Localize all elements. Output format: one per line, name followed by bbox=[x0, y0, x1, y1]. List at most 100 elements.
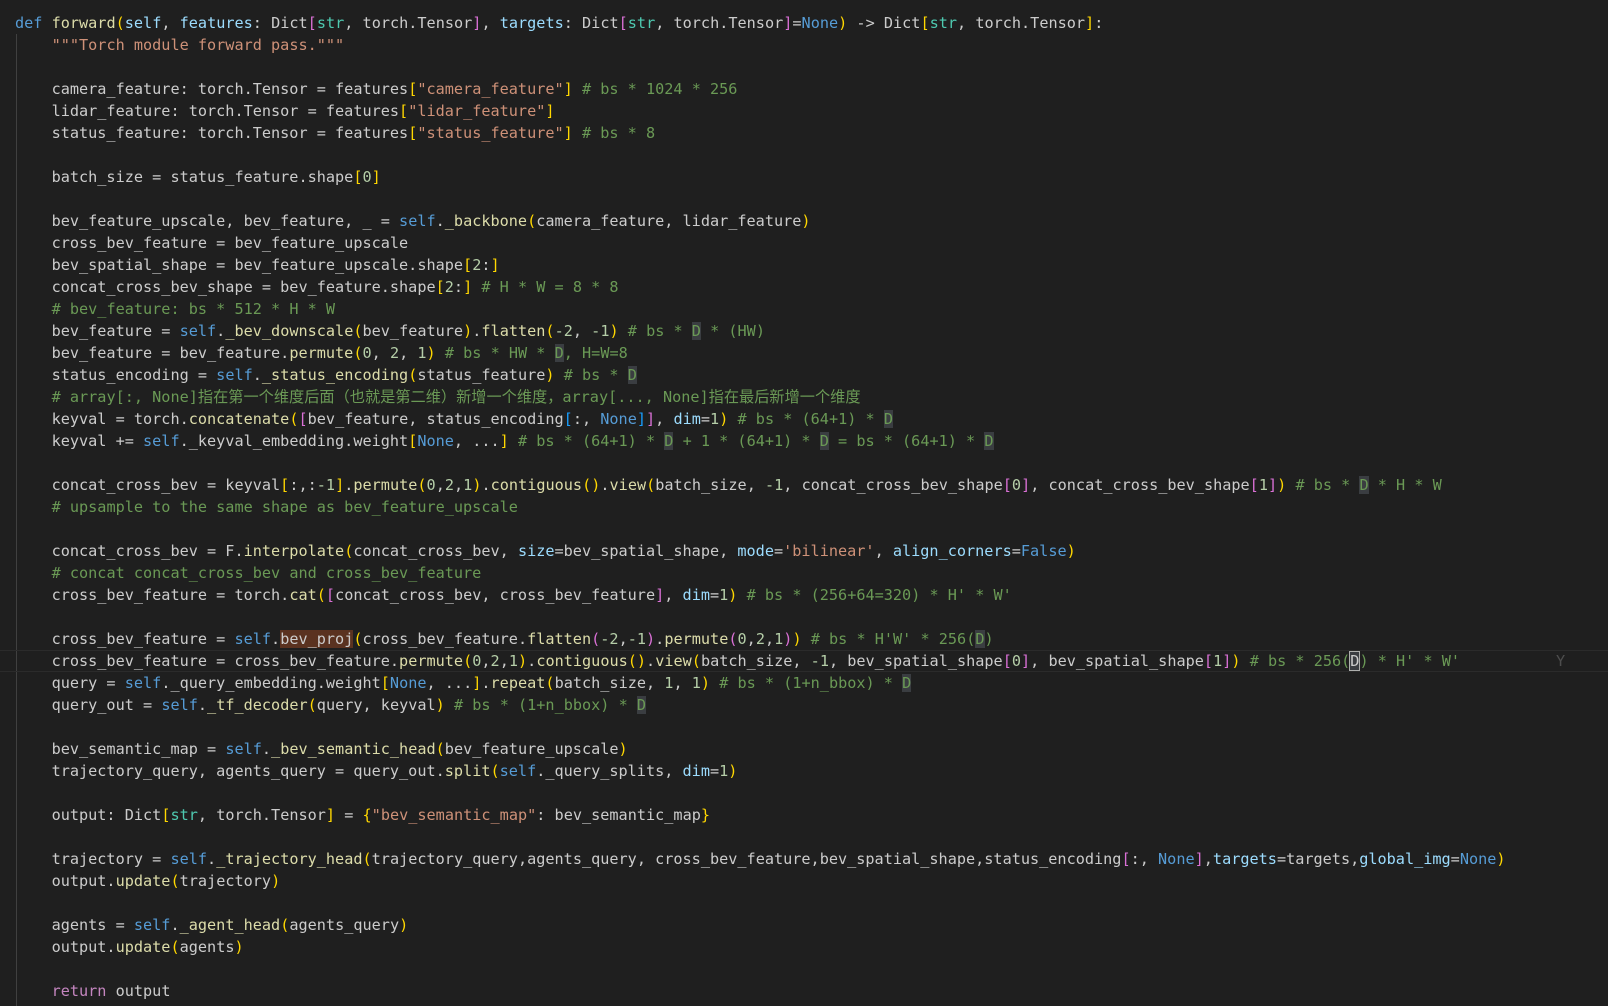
function-token: contiguous bbox=[490, 476, 583, 494]
code-line[interactable]: bev_feature = bev_feature.permute(0, 2, … bbox=[15, 342, 1608, 364]
comment-token: ) * H' * W' bbox=[1359, 652, 1461, 670]
number-token: 2 bbox=[490, 652, 500, 670]
code-line[interactable]: status_feature: torch.Tensor = features[… bbox=[15, 122, 1608, 144]
code-token: query = bbox=[15, 674, 125, 692]
code-token: , ... bbox=[426, 674, 473, 692]
bracket-token: ] bbox=[1222, 652, 1232, 670]
selection-highlight-token: D bbox=[984, 432, 994, 450]
comment-token: # bs * (1+n_bbox) * bbox=[453, 696, 637, 714]
code-line[interactable]: # upsample to the same shape as bev_feat… bbox=[15, 496, 1608, 518]
bracket-token: ( bbox=[435, 740, 445, 758]
code-token: trajectory bbox=[179, 872, 272, 890]
code-line[interactable]: trajectory_query, agents_query = query_o… bbox=[15, 760, 1608, 782]
code-token: cross_bev_feature = bbox=[15, 630, 235, 648]
code-line[interactable]: keyval = torch.concatenate([bev_feature,… bbox=[15, 408, 1608, 430]
code-line[interactable]: concat_cross_bev = keyval[:,:-1].permute… bbox=[15, 474, 1608, 496]
code-line[interactable]: concat_cross_bev_shape = bev_feature.sha… bbox=[15, 276, 1608, 298]
code-line[interactable]: # concat concat_cross_bev and cross_bev_… bbox=[15, 562, 1608, 584]
bracket-token: () bbox=[627, 652, 647, 670]
code-line[interactable]: agents = self._agent_head(agents_query) bbox=[15, 914, 1608, 936]
number-token: 0 bbox=[1011, 652, 1022, 670]
code-token: trajectory_query,agents_query, cross_bev… bbox=[371, 850, 1122, 868]
code-token: keyval += bbox=[15, 432, 144, 450]
code-line[interactable]: bev_semantic_map = self._bev_semantic_he… bbox=[15, 738, 1608, 760]
code-editor[interactable]: def forward(self, features: Dict[str, to… bbox=[0, 0, 1608, 1006]
bracket-token: [ bbox=[435, 278, 445, 296]
code-line[interactable] bbox=[15, 892, 1608, 914]
code-line[interactable]: # array[:, None]指在第一个维度后面（也就是第二维）新增一个维度，… bbox=[15, 386, 1608, 408]
keyword-token: None bbox=[417, 432, 454, 450]
bracket-token: ) bbox=[463, 322, 473, 340]
code-line[interactable]: output.update(agents) bbox=[15, 936, 1608, 958]
code-lines[interactable]: def forward(self, features: Dict[str, to… bbox=[0, 12, 1608, 1002]
function-token: _backbone bbox=[444, 212, 528, 230]
parameter-token: dim bbox=[682, 586, 710, 604]
code-line[interactable]: bev_feature = self._bev_downscale(bev_fe… bbox=[15, 320, 1608, 342]
comment-token: # bs * 256( bbox=[1249, 652, 1351, 670]
code-line[interactable]: cross_bev_feature = bev_feature_upscale bbox=[15, 232, 1608, 254]
code-line[interactable]: bev_spatial_shape = bev_feature_upscale.… bbox=[15, 254, 1608, 276]
parameter-token: align_corners bbox=[892, 542, 1012, 560]
code-token: batch_size, bbox=[554, 674, 665, 692]
code-line[interactable]: query_out = self._tf_decoder(query, keyv… bbox=[15, 694, 1608, 716]
function-token: permute bbox=[399, 652, 464, 670]
code-line[interactable] bbox=[15, 958, 1608, 980]
code-line[interactable]: trajectory = self._trajectory_head(traje… bbox=[15, 848, 1608, 870]
code-line[interactable]: status_encoding = self._status_encoding(… bbox=[15, 364, 1608, 386]
code-token: , bbox=[371, 344, 390, 362]
code-line[interactable]: def forward(self, features: Dict[str, to… bbox=[15, 12, 1608, 34]
code-token: output bbox=[106, 982, 171, 1000]
code-line[interactable]: cross_bev_feature = torch.cat([concat_cr… bbox=[15, 584, 1608, 606]
code-token: . bbox=[600, 476, 610, 494]
comment-token: = bs * (64+1) * bbox=[828, 432, 985, 450]
code-line[interactable] bbox=[15, 188, 1608, 210]
code-line[interactable] bbox=[15, 56, 1608, 78]
code-token: batch_size, bbox=[700, 652, 811, 670]
bracket-token: ] bbox=[636, 410, 646, 428]
code-token: , ... bbox=[453, 432, 500, 450]
bracket-token: ) bbox=[719, 410, 729, 428]
code-token: = bbox=[700, 410, 711, 428]
code-token: agents bbox=[179, 938, 235, 956]
code-token: , bev_spatial_shape bbox=[1030, 652, 1204, 670]
code-token: bev_semantic_map = bbox=[15, 740, 226, 758]
code-line[interactable] bbox=[15, 826, 1608, 848]
code-line[interactable]: return output bbox=[15, 980, 1608, 1002]
code-line[interactable]: # bev_feature: bs * 512 * H * W bbox=[15, 298, 1608, 320]
code-line[interactable]: camera_feature: torch.Tensor = features[… bbox=[15, 78, 1608, 100]
code-line[interactable] bbox=[15, 782, 1608, 804]
code-line[interactable]: concat_cross_bev = F.interpolate(concat_… bbox=[15, 540, 1608, 562]
code-token: query_out = bbox=[15, 696, 162, 714]
type-token: str bbox=[627, 14, 656, 32]
code-line[interactable]: output: Dict[str, torch.Tensor] = {"bev_… bbox=[15, 804, 1608, 826]
code-token: concat_cross_bev, cross_bev_feature bbox=[335, 586, 656, 604]
number-token: 0 bbox=[737, 630, 747, 648]
code-line[interactable] bbox=[15, 716, 1608, 738]
code-line[interactable]: output.update(trajectory) bbox=[15, 870, 1608, 892]
number-token: 1 bbox=[710, 410, 720, 428]
code-line[interactable]: keyval += self._keyval_embedding.weight[… bbox=[15, 430, 1608, 452]
code-line[interactable]: lidar_feature: torch.Tensor = features["… bbox=[15, 100, 1608, 122]
code-line[interactable]: """Torch module forward pass.""" bbox=[15, 34, 1608, 56]
bracket-token: [ bbox=[1002, 652, 1012, 670]
code-line[interactable] bbox=[15, 452, 1608, 474]
number-token: -1 bbox=[627, 630, 647, 648]
code-line[interactable] bbox=[15, 144, 1608, 166]
bracket-token: ] bbox=[1021, 652, 1031, 670]
code-line[interactable]: cross_bev_feature = self.bev_proj(cross_… bbox=[15, 628, 1608, 650]
code-token: camera_feature: torch.Tensor = features bbox=[15, 80, 409, 98]
code-line[interactable]: batch_size = status_feature.shape[0] bbox=[15, 166, 1608, 188]
code-line[interactable]: cross_bev_feature = cross_bev_feature.pe… bbox=[0, 650, 1608, 672]
code-token: ._query_splits, bbox=[536, 762, 683, 780]
code-line[interactable] bbox=[15, 606, 1608, 628]
number-token: 1 bbox=[774, 630, 784, 648]
bracket-token: ( bbox=[344, 542, 354, 560]
code-token: bev_feature = bbox=[15, 322, 180, 340]
code-line[interactable]: bev_feature_upscale, bev_feature, _ = se… bbox=[15, 210, 1608, 232]
code-line[interactable]: query = self._query_embedding.weight[Non… bbox=[15, 672, 1608, 694]
code-line[interactable] bbox=[15, 518, 1608, 540]
code-token: = bbox=[709, 762, 720, 780]
bracket-token: [ bbox=[1249, 476, 1259, 494]
